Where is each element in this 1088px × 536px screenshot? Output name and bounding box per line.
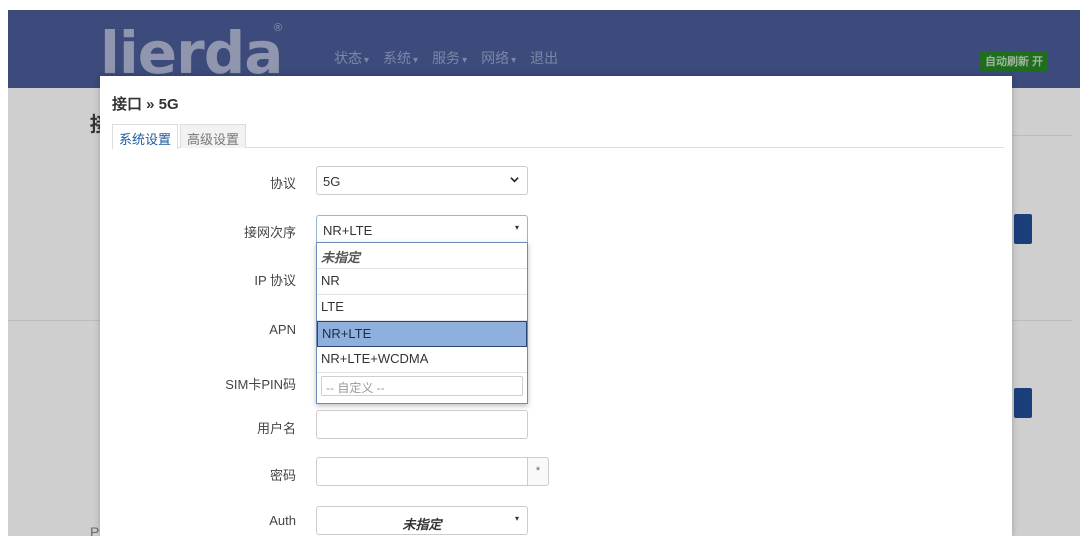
background-button	[1014, 388, 1032, 418]
protocol-label: 协议	[269, 176, 296, 191]
apn-label: APN	[269, 322, 296, 337]
main-nav: 状态 ▾ 系统 ▾ 服务 ▾ 网络 ▾ 退出	[334, 48, 558, 68]
tab-bar: 系统设置 高级设置	[112, 124, 1004, 149]
nav-item-services[interactable]: 服务 ▾	[432, 48, 467, 68]
reveal-password-button[interactable]: *	[527, 457, 549, 486]
dropdown-option-unspecified[interactable]: 未指定	[317, 243, 527, 269]
divider	[1012, 135, 1072, 136]
auth-label: Auth	[269, 513, 296, 528]
network-order-label: 接网次序	[243, 225, 296, 240]
nav-item-network[interactable]: 网络 ▾	[481, 48, 516, 68]
chevron-down-icon	[510, 177, 519, 183]
network-order-select[interactable]: NR+LTE ▾	[316, 215, 528, 244]
password-input[interactable]	[316, 457, 528, 486]
password-label: 密码	[269, 468, 296, 483]
nav-item-logout[interactable]: 退出	[530, 48, 558, 68]
protocol-value: 5G	[323, 174, 341, 189]
caret-down-icon: ▾	[514, 223, 519, 232]
tab-general-settings[interactable]: 系统设置	[112, 124, 179, 149]
divider	[1012, 320, 1072, 321]
network-order-dropdown: 未指定 NR LTE NR+LTE NR+LTE+WCDMA -- 自定义 --	[316, 242, 528, 404]
auth-value: 未指定	[402, 517, 442, 532]
tab-advanced-settings[interactable]: 高级设置	[180, 124, 247, 148]
dropdown-option-nr-lte[interactable]: NR+LTE	[317, 321, 527, 347]
dropdown-option-nr[interactable]: NR	[317, 269, 527, 295]
network-order-value: NR+LTE	[323, 223, 373, 238]
modal-title: 接口 » 5G	[112, 96, 179, 113]
nav-item-system[interactable]: 系统 ▾	[383, 48, 418, 68]
auth-select[interactable]: 未指定 ▾	[316, 506, 528, 535]
background-button	[1014, 214, 1032, 244]
dropdown-option-nr-lte-wcdma[interactable]: NR+LTE+WCDMA	[317, 347, 527, 373]
caret-down-icon: ▾	[511, 55, 517, 66]
caret-down-icon: ▾	[514, 514, 519, 523]
caret-down-icon: ▾	[413, 55, 419, 66]
caret-down-icon: ▾	[364, 55, 370, 66]
protocol-select[interactable]: 5G	[316, 166, 528, 195]
auto-refresh-badge[interactable]: 自动刷新 开	[980, 51, 1049, 71]
registered-mark: ®	[274, 22, 283, 34]
sim-pin-label: SIM卡PIN码	[225, 377, 296, 392]
footer-text: P	[90, 524, 100, 536]
ip-protocol-label: IP 协议	[254, 273, 296, 288]
nav-item-status[interactable]: 状态 ▾	[334, 48, 369, 68]
username-label: 用户名	[256, 421, 296, 436]
caret-down-icon: ▾	[462, 55, 468, 66]
username-input[interactable]	[316, 410, 528, 439]
interface-modal: 接口 » 5G 系统设置 高级设置 协议 5G 接网次序 NR+LTE ▾ IP…	[100, 76, 1012, 536]
divider	[8, 320, 100, 321]
brand-logo[interactable]: lierda	[100, 24, 283, 82]
dropdown-option-lte[interactable]: LTE	[317, 295, 527, 321]
dropdown-custom-input[interactable]: -- 自定义 --	[321, 376, 523, 396]
